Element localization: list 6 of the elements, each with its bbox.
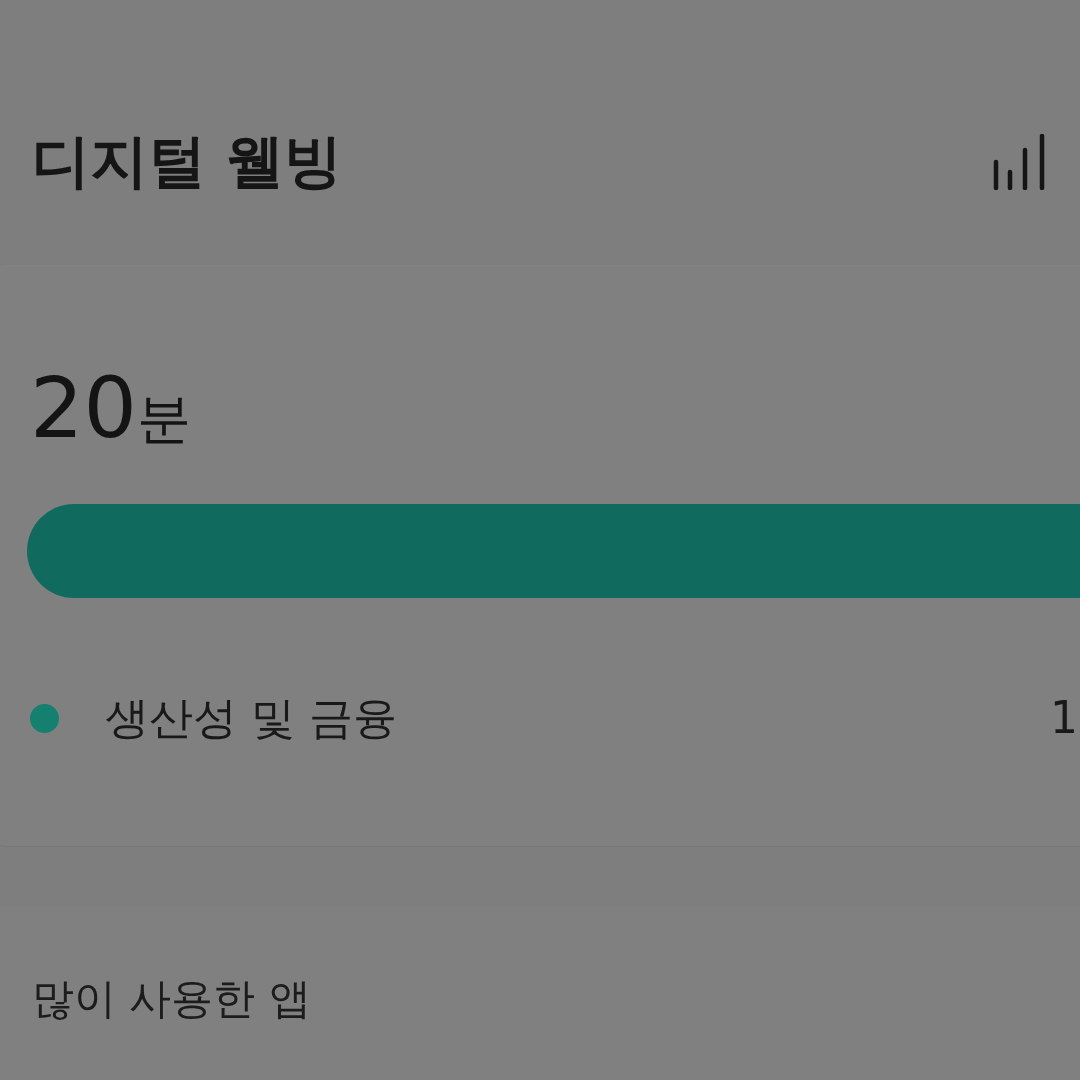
section-title: 많이 사용한 앱 [32,974,311,1025]
bar-chart-icon[interactable] [993,134,1045,190]
page-title: 디지털 웰빙 [32,127,343,197]
category-time: 1 [1050,691,1078,745]
category-name: 생산성 및 금융 [105,691,397,745]
total-time: 20분 [30,366,191,450]
